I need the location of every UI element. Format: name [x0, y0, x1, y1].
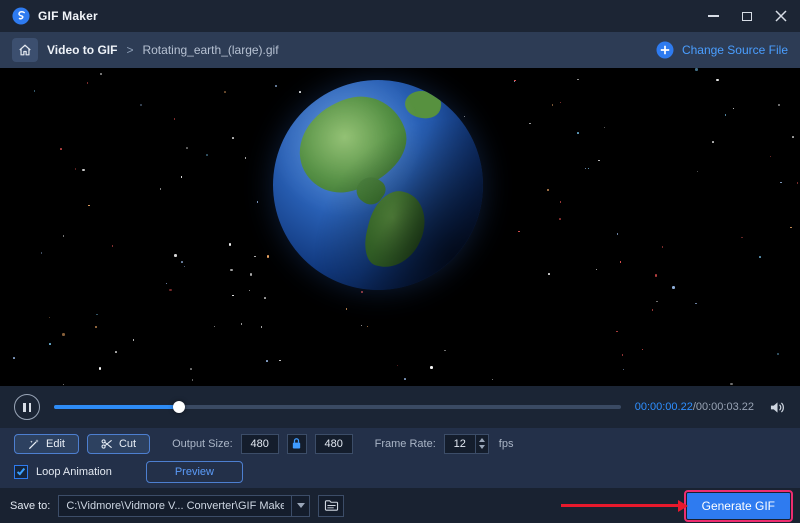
window-title: GIF Maker [38, 9, 98, 23]
breadcrumb-section[interactable]: Video to GIF [47, 43, 117, 57]
tools-row: Edit Cut Output Size: Frame Rate: [14, 434, 786, 454]
loop-animation-label: Loop Animation [36, 466, 112, 478]
seek-slider[interactable] [54, 405, 621, 409]
app-logo-icon [12, 7, 30, 25]
annotation-arrow [561, 504, 679, 507]
save-to-label: Save to: [10, 500, 50, 512]
breadcrumb-separator: > [126, 43, 133, 57]
output-width-input[interactable] [241, 434, 279, 454]
spinner-up-icon[interactable] [479, 438, 485, 442]
save-path-control [58, 495, 310, 517]
breadcrumb: Video to GIF > Rotating_earth_(large).gi… [0, 32, 800, 68]
plus-icon [656, 41, 674, 59]
chevron-down-icon [297, 503, 305, 508]
save-path-input[interactable] [59, 496, 291, 516]
cut-button[interactable]: Cut [87, 434, 150, 454]
maximize-button[interactable] [740, 9, 754, 23]
maximize-icon [742, 12, 752, 21]
checkmark-icon [17, 466, 25, 475]
folder-icon [324, 499, 339, 512]
home-button[interactable] [12, 38, 38, 62]
generate-zone: Generate GIF [561, 493, 790, 519]
volume-icon [769, 400, 786, 415]
footer-bar: Save to: Generate GIF [0, 488, 800, 523]
preview-button[interactable]: Preview [146, 461, 243, 483]
pause-icon [23, 403, 26, 412]
aspect-lock-button[interactable] [287, 434, 307, 454]
video-preview [0, 68, 800, 386]
loop-animation-checkbox[interactable] [14, 465, 28, 479]
edit-wand-icon [28, 438, 40, 450]
save-path-dropdown[interactable] [291, 496, 309, 516]
player-controls: 00:00:00.22/00:00:03.22 [0, 386, 800, 428]
earth-frame [273, 80, 483, 290]
edit-label: Edit [46, 438, 65, 450]
frame-rate-spinners[interactable] [475, 435, 488, 453]
options-row: Loop Animation Preview [14, 461, 786, 483]
output-height-input[interactable] [315, 434, 353, 454]
generate-gif-button[interactable]: Generate GIF [687, 493, 790, 519]
titlebar: GIF Maker [0, 0, 800, 32]
slider-handle[interactable] [173, 401, 185, 413]
frame-rate-stepper [444, 434, 489, 454]
total-time: /00:00:03.22 [693, 401, 754, 413]
time-display: 00:00:00.22/00:00:03.22 [635, 401, 754, 413]
output-size-label: Output Size: [172, 438, 233, 450]
edit-button[interactable]: Edit [14, 434, 79, 454]
scissors-icon [101, 438, 113, 450]
earth-shading [273, 80, 483, 290]
volume-button[interactable] [768, 398, 786, 416]
slider-fill [54, 405, 179, 409]
lock-icon [291, 437, 302, 450]
minimize-icon [708, 15, 719, 17]
open-folder-button[interactable] [318, 495, 344, 517]
spinner-down-icon[interactable] [479, 445, 485, 449]
frame-rate-input[interactable] [445, 435, 475, 453]
home-icon [18, 43, 32, 57]
minimize-button[interactable] [706, 9, 720, 23]
settings-panel: Edit Cut Output Size: Frame Rate: [0, 428, 800, 488]
change-source-button[interactable]: Change Source File [656, 41, 788, 59]
window-controls [706, 9, 788, 23]
frame-rate-label: Frame Rate: [375, 438, 436, 450]
fps-label: fps [499, 438, 514, 450]
current-time: 00:00:00.22 [635, 401, 693, 413]
cut-label: Cut [119, 438, 136, 450]
breadcrumb-filename: Rotating_earth_(large).gif [142, 43, 278, 57]
close-button[interactable] [774, 9, 788, 23]
gif-maker-window: GIF Maker Video to GIF > Rotating_earth_… [0, 0, 800, 523]
close-icon [775, 10, 787, 22]
pause-button[interactable] [14, 394, 40, 420]
change-source-label: Change Source File [682, 43, 788, 57]
